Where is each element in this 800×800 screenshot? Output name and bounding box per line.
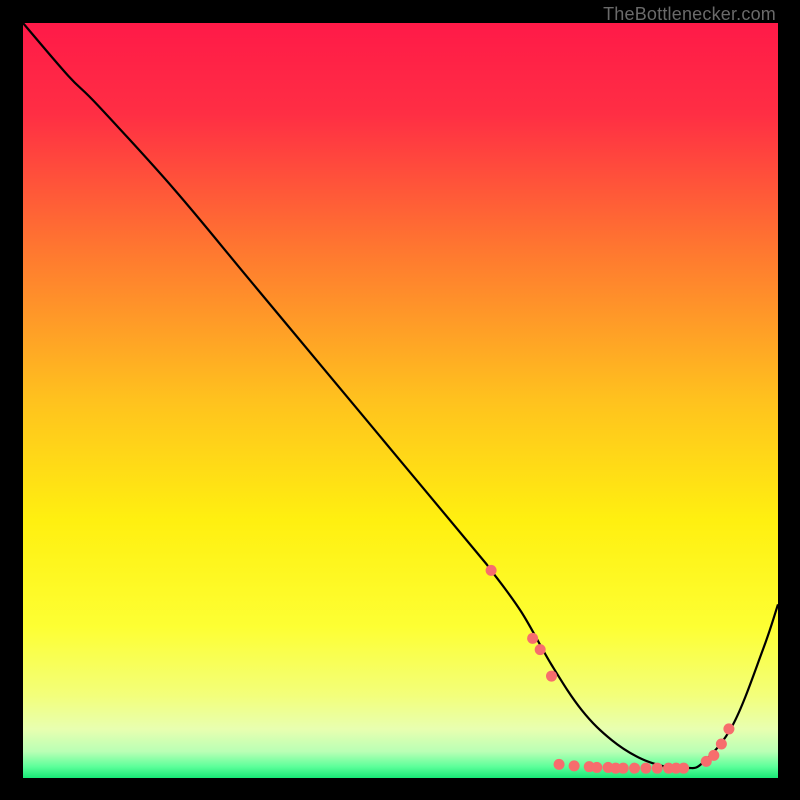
chart-frame [23, 23, 778, 778]
bottleneck-chart [23, 23, 778, 778]
attribution-label: TheBottlenecker.com [603, 4, 776, 25]
marker-dot [554, 759, 565, 770]
marker-dot [527, 633, 538, 644]
marker-dot [652, 763, 663, 774]
marker-dot [678, 763, 689, 774]
marker-dot [569, 760, 580, 771]
marker-dot [535, 644, 546, 655]
marker-dot [723, 723, 734, 734]
marker-dot [618, 763, 629, 774]
marker-dot [640, 763, 651, 774]
marker-dot [629, 763, 640, 774]
marker-dot [486, 565, 497, 576]
marker-dot [546, 671, 557, 682]
marker-dot [591, 762, 602, 773]
marker-dot [708, 750, 719, 761]
chart-background [23, 23, 778, 778]
marker-dot [716, 739, 727, 750]
